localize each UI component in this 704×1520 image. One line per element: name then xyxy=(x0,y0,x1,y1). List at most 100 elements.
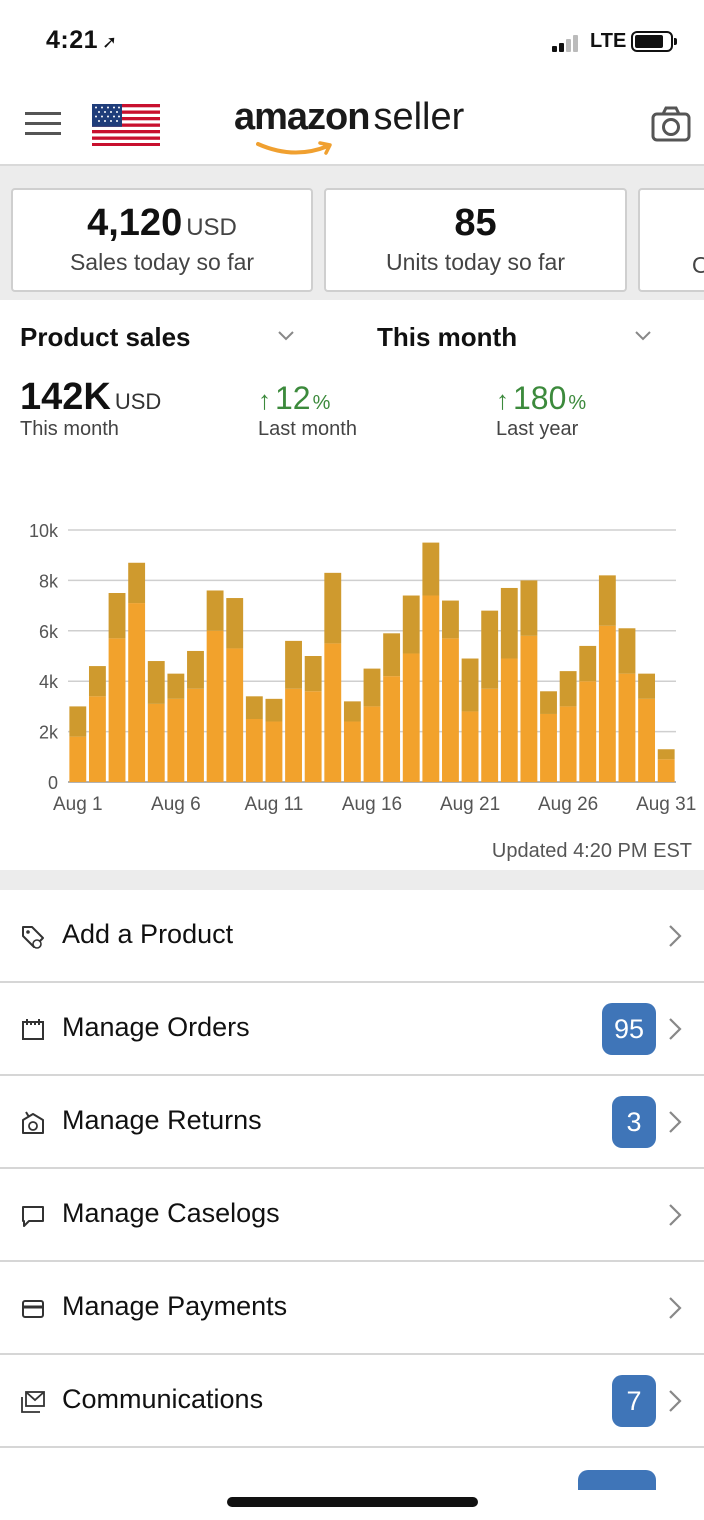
partial-badge xyxy=(578,1470,656,1490)
bar-top-segment xyxy=(520,580,538,636)
bar-top-segment xyxy=(108,593,126,639)
bar-base-segment xyxy=(88,696,106,782)
x-tick-label: Aug 11 xyxy=(245,794,304,815)
bar-base-segment xyxy=(206,630,224,782)
us-flag-icon[interactable] xyxy=(92,104,160,146)
bar-top-segment xyxy=(461,658,479,712)
bar-top-segment xyxy=(363,668,381,707)
sales-total-label: This month xyxy=(20,418,119,440)
y-tick-label: 4k xyxy=(39,672,59,692)
tag-icon xyxy=(22,926,44,949)
arrow-up-icon: ↑ xyxy=(258,385,271,415)
bar-base-segment xyxy=(598,625,616,782)
bar-top-segment xyxy=(187,650,204,689)
home-indicator[interactable] xyxy=(227,1497,478,1507)
menu-item-label: Add a Product xyxy=(62,919,234,949)
chevron-right-icon xyxy=(669,1297,682,1319)
period-selector[interactable]: This month xyxy=(377,322,517,353)
battery-icon xyxy=(631,31,677,52)
chevron-right-icon xyxy=(669,1204,682,1226)
chevron-right-icon xyxy=(669,1390,682,1412)
bar-top-segment xyxy=(500,587,518,659)
x-tick-label: Aug 16 xyxy=(342,794,402,815)
chevron-right-icon xyxy=(669,1018,682,1040)
bar-top-segment xyxy=(285,640,302,689)
partial-summary-card[interactable]: O xyxy=(638,188,704,292)
bar-base-segment xyxy=(108,638,126,782)
camera-icon[interactable] xyxy=(651,106,691,142)
bar-top-segment xyxy=(69,706,87,737)
y-tick-label: 6k xyxy=(39,622,59,642)
metric-selector[interactable]: Product sales xyxy=(20,322,191,353)
bar-base-segment xyxy=(245,719,263,782)
chevron-down-icon[interactable] xyxy=(278,328,294,344)
change-last-month-label: Last month xyxy=(258,418,357,440)
bar-base-segment xyxy=(638,698,656,782)
bar-base-segment xyxy=(520,635,538,782)
units-today-value: 85 xyxy=(454,202,497,244)
communications-count-badge: 7 xyxy=(612,1375,656,1427)
bar-base-segment xyxy=(540,713,557,782)
bar-top-segment xyxy=(245,696,263,719)
bar-top-segment xyxy=(343,701,361,722)
y-tick-label: 8k xyxy=(39,571,59,591)
section-divider xyxy=(0,870,704,890)
status-time: 4:21 ➚ xyxy=(46,26,118,55)
partial-card-label: O xyxy=(692,252,704,278)
brand-main: amazon xyxy=(234,96,370,138)
menu-item-manage-caselogs[interactable]: Manage Caselogs xyxy=(0,1169,704,1262)
sales-today-card[interactable]: 4,120 USD Sales today so far xyxy=(11,188,313,292)
bar-top-segment xyxy=(226,598,244,649)
bar-base-segment xyxy=(343,721,361,782)
chevron-down-icon[interactable] xyxy=(635,328,651,344)
bar-base-segment xyxy=(128,603,146,782)
menu-icon[interactable] xyxy=(25,110,61,138)
bar-base-segment xyxy=(285,688,302,782)
bar-top-segment xyxy=(265,698,283,722)
menu-item-label: Manage Payments xyxy=(62,1291,288,1321)
change-last-year-label: Last year xyxy=(496,418,579,440)
bar-top-segment xyxy=(128,562,146,604)
status-bar: 4:21 ➚ LTE xyxy=(0,0,704,84)
menu-item-manage-orders[interactable]: Manage Orders 95 xyxy=(0,983,704,1076)
bar-base-segment xyxy=(363,706,381,782)
menu-item-communications[interactable]: Communications 7 xyxy=(0,1355,704,1448)
x-tick-label: Aug 31 xyxy=(636,794,696,815)
bar-base-segment xyxy=(383,676,401,782)
bar-base-segment xyxy=(265,721,283,782)
bar-top-segment xyxy=(88,666,106,697)
cell-signal-icon xyxy=(552,34,584,52)
bar-top-segment xyxy=(540,691,557,714)
bar-base-segment xyxy=(481,688,499,782)
sales-today-label: Sales today so far xyxy=(69,249,255,275)
bar-base-segment xyxy=(226,648,244,782)
units-today-label: Units today so far xyxy=(386,249,565,275)
network-label: LTE xyxy=(590,30,627,52)
bar-top-segment xyxy=(147,661,165,704)
bar-top-segment xyxy=(638,673,656,699)
units-today-card[interactable]: 85 Units today so far xyxy=(324,188,627,292)
bar-top-segment xyxy=(559,671,577,707)
bar-base-segment xyxy=(657,759,675,782)
x-tick-label: Aug 21 xyxy=(440,794,500,815)
bar-top-segment xyxy=(481,610,499,689)
sales-chart[interactable]: 0 2k 4k 6k 8k 10k Aug 1 Aug 6 Aug 11 Aug 16 Aug 21… xyxy=(0,510,704,820)
bar-top-segment xyxy=(579,645,597,682)
y-tick-label: 0 xyxy=(48,773,58,793)
clock: 4:21 xyxy=(46,26,99,54)
menu-item-label: Manage Orders xyxy=(62,1012,250,1042)
amazon-smile-icon xyxy=(256,141,332,155)
menu-item-add-product[interactable]: Add a Product xyxy=(0,890,704,983)
bar-base-segment xyxy=(461,711,479,782)
bar-top-segment xyxy=(324,572,342,644)
chevron-right-icon xyxy=(669,925,682,947)
bar-base-segment xyxy=(147,703,165,782)
action-menu: Add a Product Manage Orders 95 Manage Re… xyxy=(0,890,704,1448)
bar-base-segment xyxy=(304,691,322,782)
x-tick-label: Aug 1 xyxy=(53,794,103,815)
sales-today-value: 4,120 USD xyxy=(87,202,237,244)
change-last-month: ↑ 12% xyxy=(258,380,331,416)
menu-item-manage-returns[interactable]: Manage Returns 3 xyxy=(0,1076,704,1169)
menu-item-manage-payments[interactable]: Manage Payments xyxy=(0,1262,704,1355)
bar-top-segment xyxy=(598,575,616,626)
